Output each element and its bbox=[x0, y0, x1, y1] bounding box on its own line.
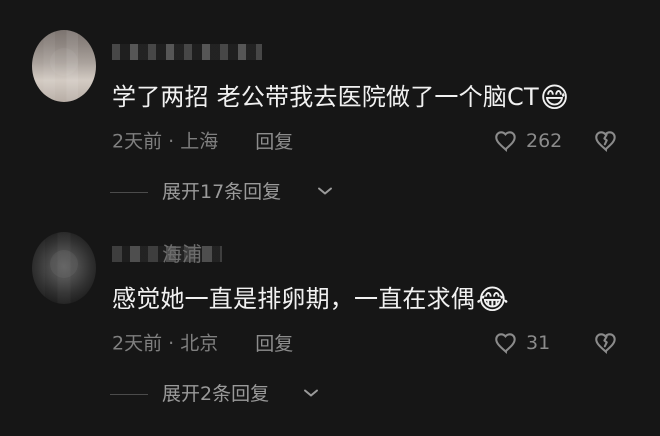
username[interactable]: 海浦 bbox=[112, 242, 262, 266]
broken-heart-icon[interactable] bbox=[592, 330, 620, 356]
reaction-group: 31 bbox=[482, 328, 632, 358]
comment-body: 学了两招 老公带我去医院做了一个脑CT bbox=[112, 83, 539, 111]
comment-meta: 2天前 · 上海 回复 262 bbox=[112, 126, 632, 156]
chevron-down-icon[interactable] bbox=[317, 185, 333, 197]
avatar[interactable] bbox=[32, 30, 96, 102]
avatar-detail bbox=[50, 48, 78, 76]
comment-meta: 2天前 · 北京 回复 31 bbox=[112, 328, 632, 358]
comment-body: 感觉她一直是排卵期，一直在求偶 bbox=[112, 285, 475, 313]
reply-button[interactable]: 回复 bbox=[255, 131, 293, 153]
username-mosaic bbox=[112, 44, 262, 60]
emoji: 😂 bbox=[476, 283, 509, 316]
reply-divider bbox=[110, 192, 148, 193]
username[interactable] bbox=[112, 40, 262, 64]
reaction-group: 262 bbox=[482, 126, 632, 156]
timestamp: 2天前 bbox=[112, 332, 163, 355]
comment-text: 感觉她一直是排卵期，一直在求偶😂 bbox=[112, 282, 509, 316]
heart-icon[interactable] bbox=[492, 128, 520, 154]
heart-icon[interactable] bbox=[492, 330, 520, 356]
timestamp: 2天前 bbox=[112, 130, 163, 153]
reply-divider bbox=[110, 394, 148, 395]
comment-text: 学了两招 老公带我去医院做了一个脑CT😅 bbox=[112, 80, 569, 114]
like-count: 262 bbox=[526, 130, 563, 152]
username-text: 海浦 bbox=[162, 242, 202, 266]
meta-separator: · bbox=[168, 332, 175, 355]
location: 上海 bbox=[180, 130, 219, 153]
expand-replies-label[interactable]: 展开17条回复 bbox=[162, 178, 281, 206]
avatar-detail bbox=[50, 250, 78, 278]
location: 北京 bbox=[180, 332, 219, 355]
broken-heart-icon[interactable] bbox=[592, 128, 620, 154]
emoji: 😅 bbox=[539, 81, 570, 114]
chevron-down-icon[interactable] bbox=[303, 387, 319, 399]
reply-button[interactable]: 回复 bbox=[255, 333, 293, 355]
like-count: 31 bbox=[526, 332, 551, 354]
avatar[interactable] bbox=[32, 232, 96, 304]
expand-replies-label[interactable]: 展开2条回复 bbox=[162, 380, 269, 408]
meta-separator: · bbox=[168, 130, 175, 153]
